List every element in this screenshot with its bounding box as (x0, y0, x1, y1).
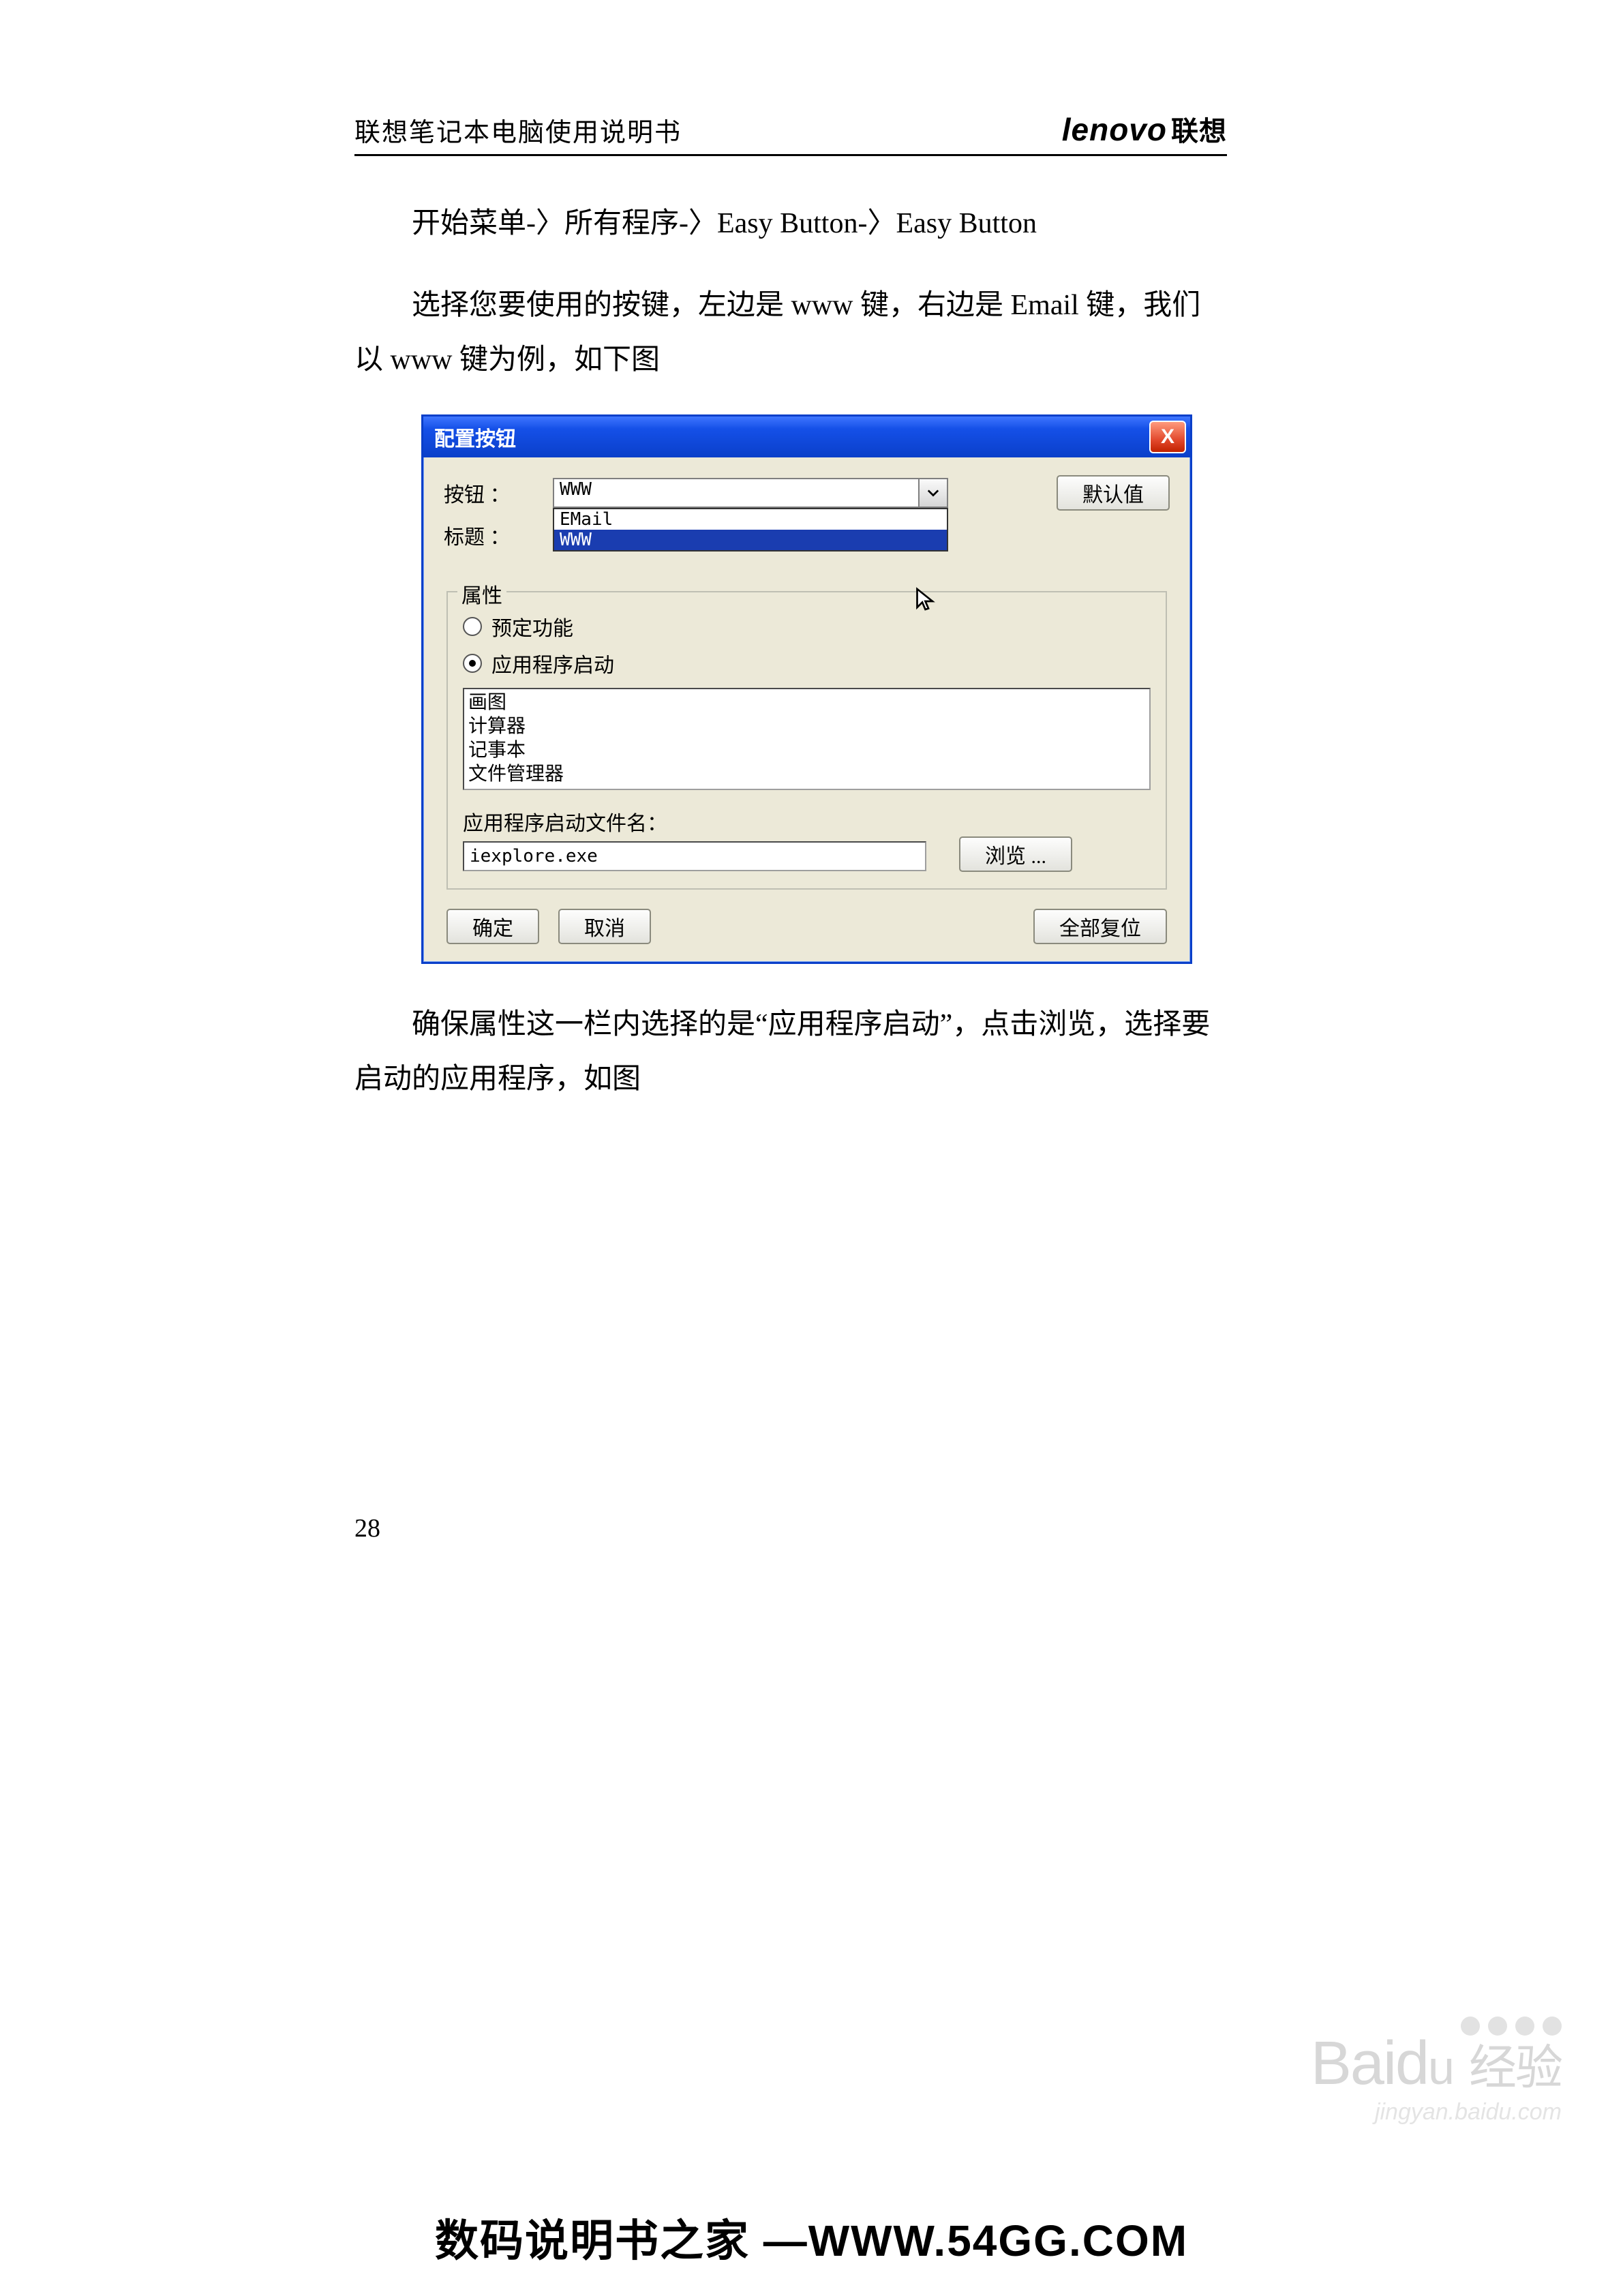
radio-launch-row[interactable]: 应用程序启动 (463, 648, 1151, 678)
row-button: 按钮 ： WWW EMail WWW 默认值 (444, 475, 1170, 511)
watermark-brand: Baid (1311, 2029, 1428, 2098)
label-button: 按钮 ： (444, 478, 553, 508)
radio-launch-label: 应用程序启动 (491, 648, 614, 678)
list-item[interactable]: 计算器 (468, 714, 1145, 738)
launch-file-label: 应用程序启动文件名： (463, 806, 1151, 836)
page-number: 28 (354, 1513, 380, 1543)
radio-launch-icon[interactable] (463, 654, 482, 673)
list-item[interactable]: 文件管理器 (468, 762, 1145, 786)
cancel-button[interactable]: 取消 (558, 909, 651, 944)
button-combo[interactable]: WWW EMail WWW (553, 478, 948, 508)
paragraph-2: 选择您要使用的按键，左边是 www 键，右边是 Email 键，我们以 www … (354, 279, 1227, 388)
ok-button[interactable]: 确定 (446, 909, 539, 944)
radio-preset-label: 预定功能 (491, 611, 573, 641)
dropdown-option-email[interactable]: EMail (554, 509, 947, 530)
dialog-body: 按钮 ： WWW EMail WWW 默认值 (423, 457, 1190, 962)
dialog-titlebar[interactable]: 配置按钮 X (423, 417, 1190, 457)
list-item[interactable]: 记事本 (468, 738, 1145, 762)
dropdown-option-www[interactable]: WWW (554, 530, 947, 550)
page-header: 联想笔记本电脑使用说明书 lenovo联想 (354, 109, 1227, 156)
watermark-exp: 经验 (1469, 2042, 1562, 2095)
properties-legend: 属性 (457, 579, 506, 609)
app-list[interactable]: 画图 计算器 记事本 文件管理器 (463, 688, 1151, 790)
dialog-title: 配置按钮 (434, 422, 516, 452)
footer-site: 数码说明书之家 —WWW.54GG.COM (435, 2206, 1188, 2269)
paragraph-1: 开始菜单-〉所有程序-〉Easy Button-〉Easy Button (354, 197, 1227, 252)
properties-fieldset: 属性 预定功能 应用程序启动 画图 计算器 记事本 文件管理器 (446, 591, 1167, 890)
launch-file-input[interactable]: iexplore.exe (463, 841, 926, 871)
manual-title: 联想笔记本电脑使用说明书 (354, 111, 682, 149)
mouse-cursor-icon (914, 587, 939, 611)
radio-preset-icon[interactable] (463, 617, 482, 636)
dropdown-arrow-icon[interactable] (918, 478, 948, 508)
close-icon: X (1161, 425, 1174, 449)
config-button-dialog: 配置按钮 X 按钮 ： WWW (421, 414, 1192, 964)
brand-logo: lenovo联想 (1062, 109, 1227, 149)
dialog-footer: 确定 取消 全部复位 (444, 909, 1170, 944)
button-dropdown-list[interactable]: EMail WWW (553, 508, 948, 552)
browse-button[interactable]: 浏览 ... (959, 836, 1072, 872)
baidu-watermark: Baidu 经验 jingyan.baidu.com (1311, 2016, 1562, 2126)
content-area: 联想笔记本电脑使用说明书 lenovo联想 开始菜单-〉所有程序-〉Easy B… (354, 109, 1227, 1134)
close-button[interactable]: X (1149, 421, 1186, 453)
brand-cn: 联想 (1167, 117, 1227, 147)
paragraph-3: 确保属性这一栏内选择的是“应用程序启动”，点击浏览，选择要启动的应用程序，如图 (354, 998, 1227, 1107)
label-caption: 标题 ： (444, 520, 553, 550)
button-combo-input[interactable]: WWW (553, 478, 948, 508)
list-item[interactable]: 画图 (468, 691, 1145, 714)
watermark-sub: jingyan.baidu.com (1311, 2099, 1562, 2126)
radio-preset-row[interactable]: 预定功能 (463, 611, 1151, 641)
brand-en: lenovo (1062, 112, 1167, 147)
document-page: 联想笔记本电脑使用说明书 lenovo联想 开始菜单-〉所有程序-〉Easy B… (0, 0, 1623, 2296)
reset-all-button[interactable]: 全部复位 (1033, 909, 1167, 944)
default-button[interactable]: 默认值 (1057, 475, 1170, 511)
